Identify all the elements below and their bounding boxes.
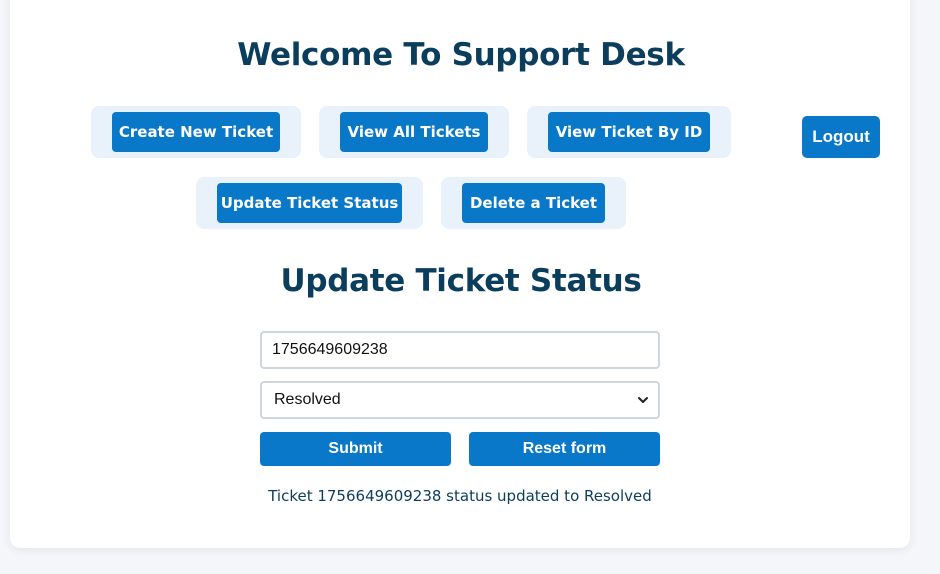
status-select[interactable]: Resolved (260, 381, 660, 419)
ticket-id-input[interactable] (260, 331, 660, 369)
create-ticket-button[interactable]: Create New Ticket (112, 112, 280, 152)
reset-form-button[interactable]: Reset form (469, 432, 660, 466)
status-update-message: Ticket 1756649609238 status updated to R… (268, 487, 652, 505)
status-select-value: Resolved (274, 391, 341, 408)
view-all-tickets-button[interactable]: View All Tickets (340, 112, 488, 152)
form-title: Update Ticket Status (280, 263, 642, 299)
submit-button[interactable]: Submit (260, 432, 451, 466)
chevron-down-icon (638, 397, 648, 403)
update-ticket-status-button[interactable]: Update Ticket Status (217, 183, 402, 223)
view-ticket-by-id-button[interactable]: View Ticket By ID (548, 112, 710, 152)
delete-ticket-button[interactable]: Delete a Ticket (462, 183, 605, 223)
logout-button[interactable]: Logout (802, 116, 880, 158)
page-title: Welcome To Support Desk (237, 37, 685, 73)
